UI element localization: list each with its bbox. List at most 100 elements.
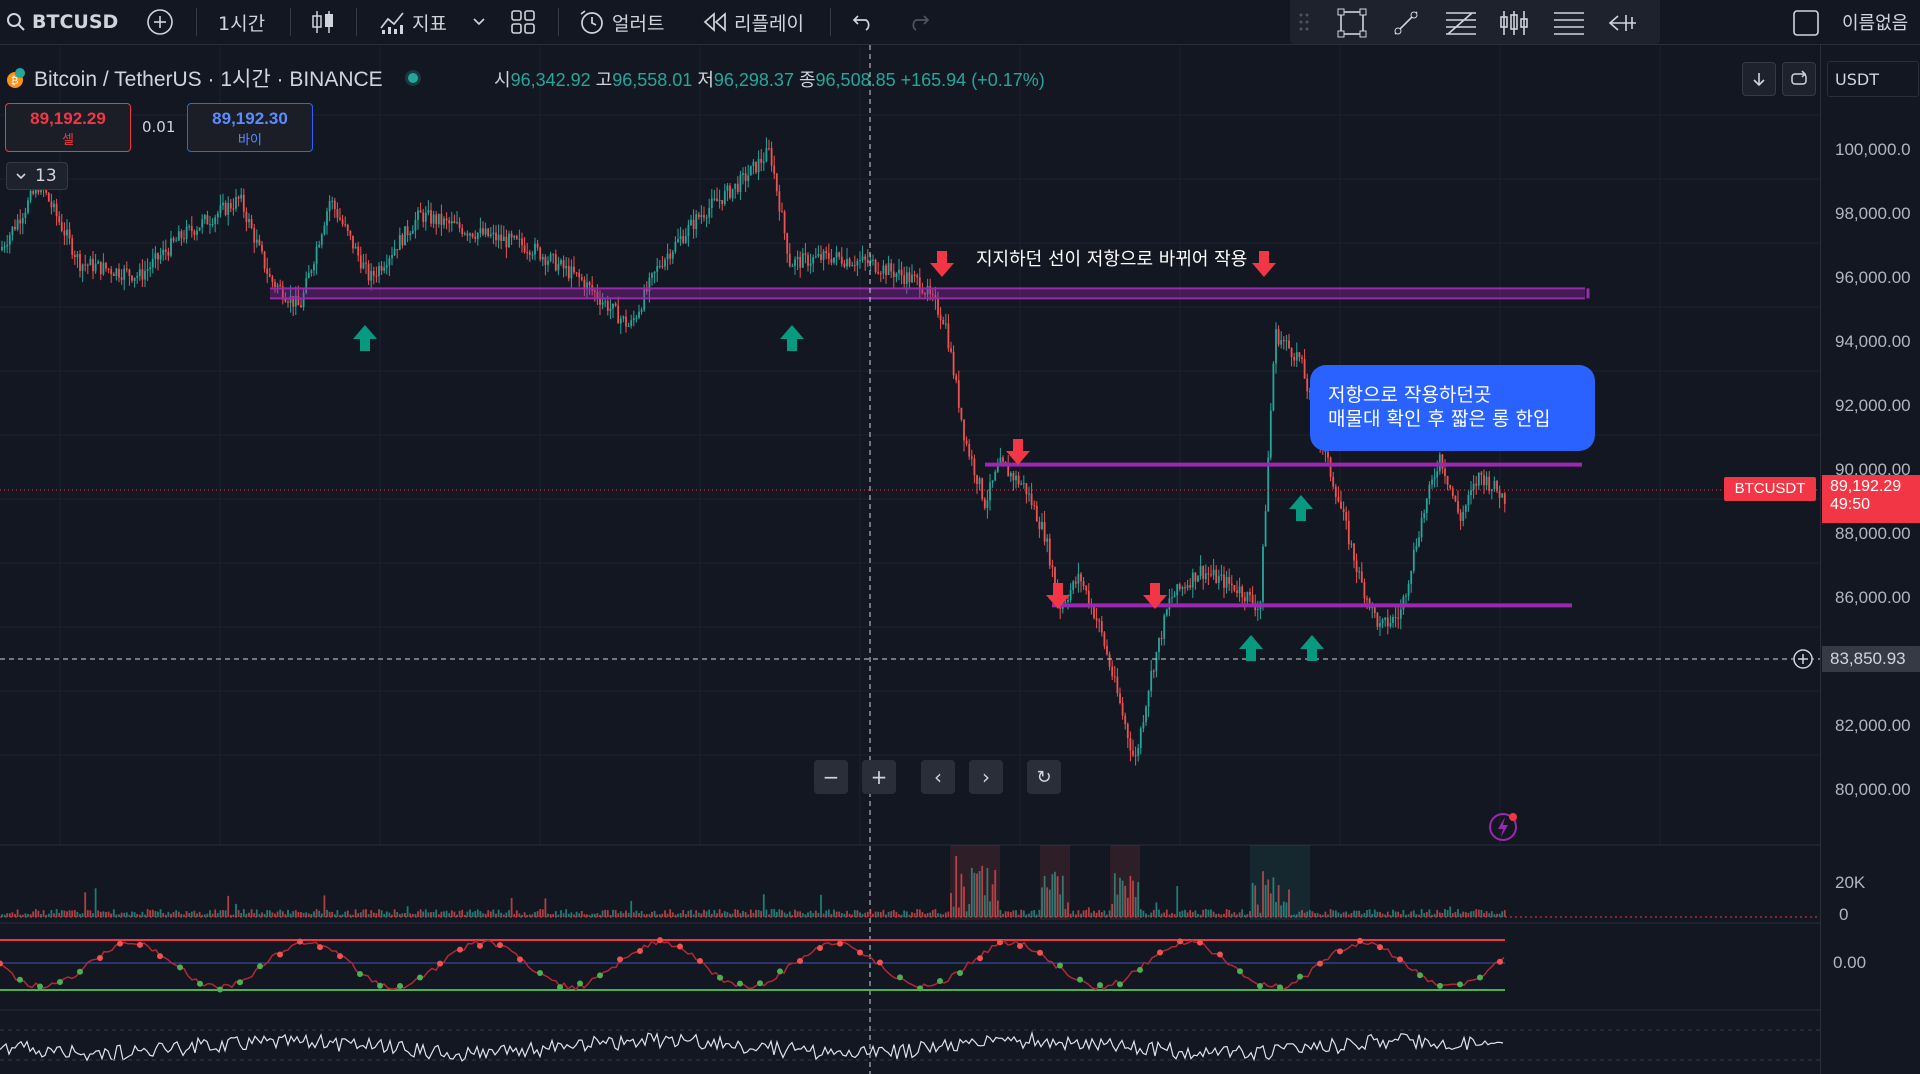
- scroll-right-button[interactable]: ›: [969, 760, 1003, 794]
- candle-body: [146, 269, 149, 272]
- candle-body: [248, 219, 250, 223]
- candle-body: [406, 226, 409, 236]
- volume-bar: [617, 913, 620, 917]
- indicators-dropdown[interactable]: [472, 8, 486, 36]
- undo-button[interactable]: [852, 8, 874, 36]
- volume-bar: [695, 910, 698, 917]
- text-lines-tool-icon[interactable]: [1552, 7, 1586, 39]
- measure-tool-icon[interactable]: [1606, 7, 1640, 39]
- volume-bar: [817, 913, 820, 917]
- candle-body: [599, 299, 601, 305]
- volume-bar: [1186, 912, 1189, 917]
- reset-chart-button[interactable]: ↻: [1027, 760, 1061, 794]
- lightning-icon[interactable]: [1488, 810, 1520, 842]
- volume-bar: [1379, 911, 1381, 917]
- annotation-support-to-resistance[interactable]: 지지하던 선이 저항으로 바뀌어 작용: [976, 245, 1247, 271]
- candle-body: [1449, 484, 1452, 489]
- volume-bar: [427, 912, 430, 917]
- indicators-button[interactable]: 지표: [378, 8, 447, 36]
- volume-bar: [742, 910, 744, 917]
- sell-button[interactable]: 89,192.29 셀: [5, 103, 131, 152]
- candle-body: [911, 274, 913, 283]
- candle-body: [1389, 622, 1392, 627]
- redo-button[interactable]: [908, 8, 930, 36]
- checkbox-icon[interactable]: [1792, 9, 1820, 37]
- volume-bar: [671, 912, 674, 917]
- compare-button[interactable]: [146, 8, 174, 36]
- candle-body: [635, 317, 638, 319]
- chart-type-button[interactable]: [310, 8, 336, 36]
- scroll-left-button[interactable]: ‹: [921, 760, 955, 794]
- scroll-down-button[interactable]: [1742, 62, 1776, 96]
- volume-bar: [362, 909, 365, 917]
- volume-bar: [1147, 914, 1150, 917]
- candle-body: [1204, 573, 1207, 580]
- candle-body: [762, 161, 765, 163]
- candle-body: [372, 270, 375, 276]
- candle-body: [479, 228, 482, 233]
- candle-body: [856, 260, 859, 266]
- volume-bar: [625, 910, 627, 917]
- zoom-in-button[interactable]: +: [862, 760, 896, 794]
- volume-bar: [1030, 910, 1033, 917]
- candle-body: [705, 217, 708, 219]
- candle-body: [575, 272, 578, 274]
- buy-button[interactable]: 89,192.30 바이: [187, 103, 313, 152]
- symbol-title[interactable]: Bitcoin / TetherUS · 1시간 · BINANCE: [34, 63, 383, 93]
- pattern-tool-icon[interactable]: [1498, 7, 1530, 39]
- osc-dot: [57, 979, 63, 986]
- candle-body: [240, 194, 243, 199]
- candle-body: [736, 183, 739, 193]
- candle-body: [1176, 584, 1179, 596]
- drawing-toolbar: [1290, 0, 1660, 44]
- volume-bar: [755, 909, 757, 917]
- candle-body: [1165, 609, 1168, 616]
- candle-body: [1132, 750, 1134, 756]
- volume-bar: [510, 897, 513, 917]
- add-alert-plus-icon[interactable]: [1792, 648, 1814, 670]
- price-scale[interactable]: USDT 100,000.0 98,000.00 96,000.00 94,000.0…: [1820, 45, 1920, 1074]
- volume-bar: [1212, 911, 1215, 917]
- currency-selector[interactable]: USDT: [1827, 61, 1919, 97]
- volume-bar: [185, 911, 188, 917]
- volume-bar: [37, 910, 40, 917]
- alert-button[interactable]: 얼러트: [578, 8, 664, 36]
- drag-handle-icon[interactable]: [1298, 12, 1310, 32]
- candle-body: [625, 316, 627, 327]
- replay-button[interactable]: 리플레이: [702, 8, 804, 36]
- osc-dot: [757, 980, 763, 987]
- chart-canvas[interactable]: [0, 45, 1820, 1074]
- volume-bar: [47, 913, 50, 917]
- symbol-search-button[interactable]: BTCUSD: [6, 8, 118, 36]
- templates-button[interactable]: [510, 8, 536, 36]
- volume-bar: [1017, 914, 1020, 917]
- volume-bar: [1423, 913, 1426, 917]
- interval-button[interactable]: 1시간: [218, 8, 265, 36]
- candle-body: [497, 234, 500, 241]
- volume-bar: [372, 912, 375, 917]
- osc-dot: [1297, 973, 1303, 980]
- volume-bar: [1472, 910, 1475, 917]
- indicators-collapse-button[interactable]: 13: [6, 162, 68, 190]
- volume-bar: [471, 912, 474, 917]
- candle-body: [198, 227, 201, 231]
- candle-body: [679, 236, 682, 240]
- annotation-callout[interactable]: 저항으로 작용하던곳 매물대 확인 후 짧은 롱 한입: [1310, 365, 1595, 451]
- candle-body: [947, 323, 950, 349]
- zoom-out-button[interactable]: −: [814, 760, 848, 794]
- candle-body: [562, 260, 565, 269]
- candle-body: [492, 232, 495, 235]
- volume-bar: [73, 910, 76, 917]
- layout-name-button[interactable]: 이름없음: [1842, 8, 1908, 36]
- trend-line-tool-icon[interactable]: [1390, 7, 1422, 39]
- volume-bar: [853, 910, 856, 917]
- candle-body: [1225, 577, 1228, 588]
- volume-bar: [1217, 913, 1220, 917]
- volume-bar: [271, 912, 274, 917]
- reset-scale-button[interactable]: [1782, 62, 1816, 96]
- fib-tool-icon[interactable]: [1444, 7, 1478, 39]
- rectangle-tool-icon[interactable]: [1336, 7, 1368, 39]
- volume-bar: [209, 910, 211, 917]
- candle-body: [445, 218, 448, 221]
- candle-body: [357, 246, 360, 256]
